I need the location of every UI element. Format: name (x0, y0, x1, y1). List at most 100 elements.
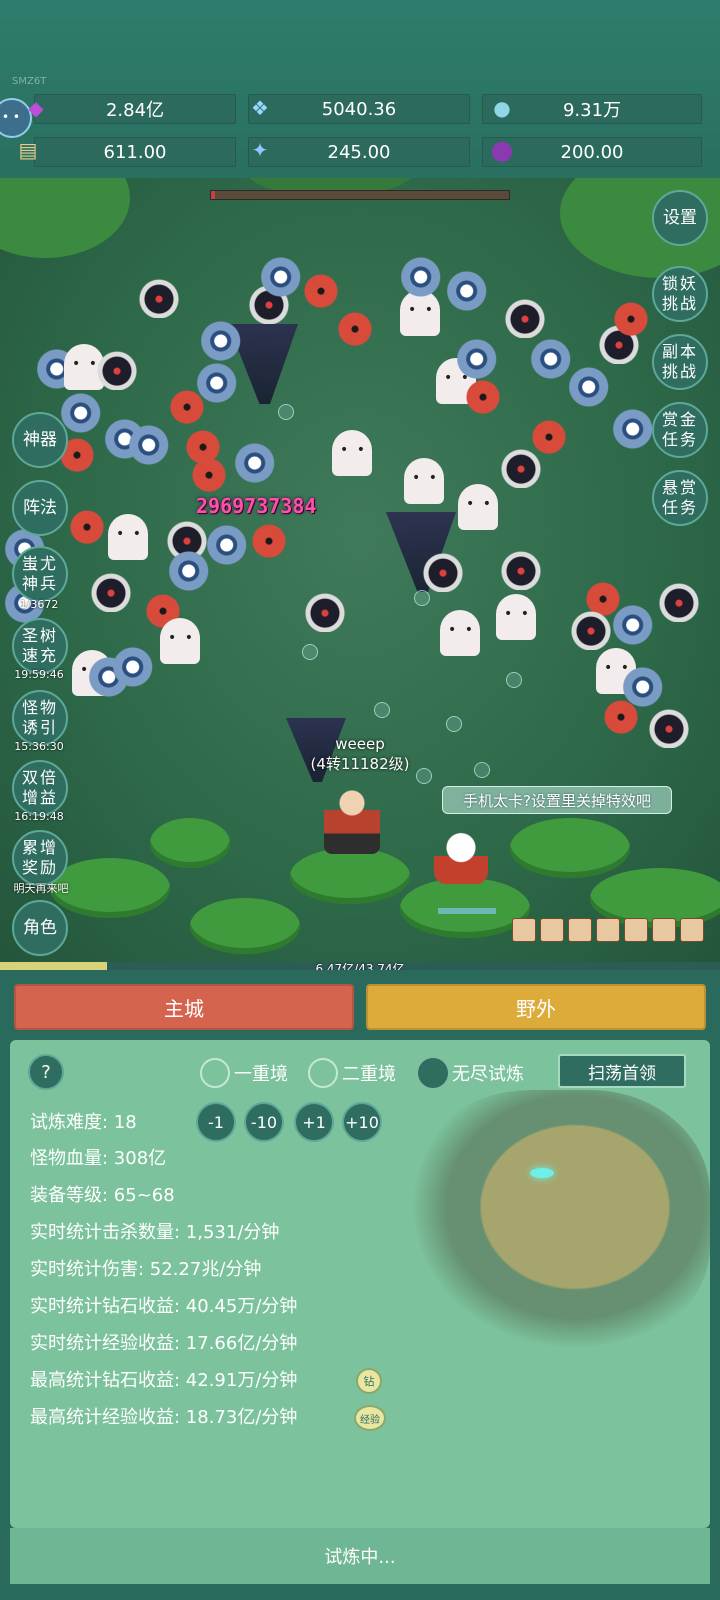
bubble-effect (302, 644, 318, 660)
artifact-button[interactable]: 神器 (12, 412, 68, 468)
demon-lock-challenge-label: 锁妖挑战 (661, 274, 698, 313)
monster-imp (526, 414, 572, 456)
settings-label: 设置 (663, 208, 697, 228)
trial-difficulty: 试炼难度: 18 (30, 1112, 137, 1133)
monster-ghost (160, 618, 200, 664)
buff-icon[interactable] (596, 918, 620, 942)
resource-blue-crystal: 5040.36 (248, 94, 470, 124)
best-exp-income: 最高统计经验收益: 18.73亿/分钟 (30, 1407, 298, 1428)
radio-circle[interactable] (418, 1058, 448, 1088)
character-button[interactable]: 角色 (12, 900, 68, 956)
monster-hp: 怪物血量: 308亿 (30, 1148, 167, 1169)
monster-sheep (568, 608, 614, 650)
monster-sheep (136, 276, 182, 318)
holy-tree-label: 圣树速充 (21, 626, 58, 665)
mode-first-realm[interactable]: 一重境 (200, 1058, 288, 1088)
best-diamond-income: 最高统计钻石收益: 42.91万/分钟 (30, 1370, 298, 1391)
double-gain-timer: 16:19:48 (14, 810, 64, 823)
wild-tab[interactable]: 野外 (366, 984, 706, 1030)
kills-per-minute: 实时统计击杀数量: 1,531/分钟 (30, 1222, 280, 1243)
bush (290, 848, 410, 904)
mode-label: 无尽试炼 (452, 1064, 524, 1085)
monster-lure-button[interactable]: 怪物诱引 (12, 690, 68, 746)
monster-eye (446, 270, 492, 312)
double-gain-label: 双倍增益 (21, 768, 58, 807)
monster-sheep (498, 548, 544, 590)
sweep-boss-button[interactable]: 扫荡首领 (558, 1054, 686, 1088)
resource-value: 9.31万 (562, 100, 622, 121)
buff-icon[interactable] (540, 918, 564, 942)
monster-imp (608, 296, 654, 338)
bush (190, 898, 300, 954)
dungeon-challenge-button[interactable]: 副本挑战 (652, 334, 708, 390)
monster-eye (612, 604, 658, 646)
battle-field[interactable]: 2969737384 weeep (4转11182级) 手机太卡?设置里关掉特效… (0, 178, 720, 968)
orb-icon: ● (493, 96, 511, 120)
help-button[interactable]: ? (28, 1054, 64, 1090)
difficulty-plus-10-button[interactable]: +10 (342, 1102, 382, 1142)
reward-task-button[interactable]: 悬赏任务 (652, 470, 708, 526)
cumulative-reward-button[interactable]: 累增奖励 (12, 830, 68, 886)
mode-endless-trial[interactable]: 无尽试炼 (418, 1058, 524, 1088)
trial-status-text: 试炼中... (324, 1547, 396, 1568)
monster-eye (234, 442, 280, 484)
buff-icon[interactable] (568, 918, 592, 942)
player-name-label: weeep (4转11182级) (290, 734, 430, 774)
mode-label: 二重境 (342, 1064, 396, 1085)
monster-imp (246, 518, 292, 560)
monster-lure-timer: 15:36:30 (14, 740, 64, 753)
monster-sheep (646, 706, 692, 748)
resource-purple-gem: 2.84亿 (34, 94, 236, 124)
monster-sheep (302, 590, 348, 632)
main-city-tab[interactable]: 主城 (14, 984, 354, 1030)
monster-ghost (440, 610, 480, 656)
difficulty-minus-10-button[interactable]: -10 (244, 1102, 284, 1142)
purple-gem-icon: ◆ (28, 96, 44, 120)
equip-level: 装备等级: 65~68 (30, 1185, 175, 1206)
monster-sheep (656, 580, 702, 622)
exp-badge-icon: 经验 (354, 1405, 386, 1431)
bounty-gold-task-button[interactable]: 赏金任务 (652, 402, 708, 458)
difficulty-minus-1-button[interactable]: -1 (196, 1102, 236, 1142)
reward-task-label: 悬赏任务 (661, 478, 698, 517)
chiyou-weapon-count: 1/3672 (19, 598, 59, 611)
buff-icon[interactable] (652, 918, 676, 942)
dungeon-challenge-label: 副本挑战 (661, 342, 698, 381)
buff-icon[interactable] (624, 918, 648, 942)
scroll-icon: ▤ (18, 138, 38, 162)
monster-sheep (94, 348, 140, 390)
monster-eye (260, 256, 306, 298)
watermark-text: SMZ6T (12, 76, 47, 87)
monster-imp (164, 384, 210, 426)
performance-tip[interactable]: 手机太卡?设置里关掉特效吧 (442, 786, 672, 814)
bubble-effect (414, 590, 430, 606)
settings-button[interactable]: 设置 (652, 190, 708, 246)
tree-foliage (0, 178, 130, 258)
monster-sheep (420, 550, 466, 592)
monster-eye (400, 256, 446, 298)
trial-panel: ? 一重境 二重境 无尽试炼 扫荡首领 试炼难度: 18 -1 -10 +1 +… (10, 1040, 710, 1528)
resource-bar: SMZ6T 2.84亿 ◆ 5040.36 ❖ 9.31万 ● 611.00 ▤… (0, 0, 720, 178)
hero-character (324, 786, 380, 854)
chiyou-weapon-button[interactable]: 蚩尤神兵 (12, 546, 68, 602)
radio-circle[interactable] (200, 1058, 230, 1088)
demon-lock-challenge-button[interactable]: 锁妖挑战 (652, 266, 708, 322)
difficulty-plus-1-button[interactable]: +1 (294, 1102, 334, 1142)
formation-button[interactable]: 阵法 (12, 480, 68, 536)
holy-tree-button[interactable]: 圣树速充 (12, 618, 68, 674)
double-gain-button[interactable]: 双倍增益 (12, 760, 68, 816)
formation-label: 阵法 (23, 498, 57, 518)
monster-imp (460, 374, 506, 416)
monster-imp (332, 306, 378, 348)
bubble-effect (446, 716, 462, 732)
player-level: (4转11182级) (310, 755, 410, 773)
radio-circle[interactable] (308, 1058, 338, 1088)
pet-hp-bar (438, 908, 496, 914)
mode-second-realm[interactable]: 二重境 (308, 1058, 396, 1088)
cumulative-reward-label: 累增奖励 (21, 838, 58, 877)
wild-label: 野外 (516, 996, 556, 1021)
buff-icon[interactable] (680, 918, 704, 942)
character-label: 角色 (23, 918, 57, 938)
buff-icon[interactable] (512, 918, 536, 942)
bubble-effect (278, 404, 294, 420)
